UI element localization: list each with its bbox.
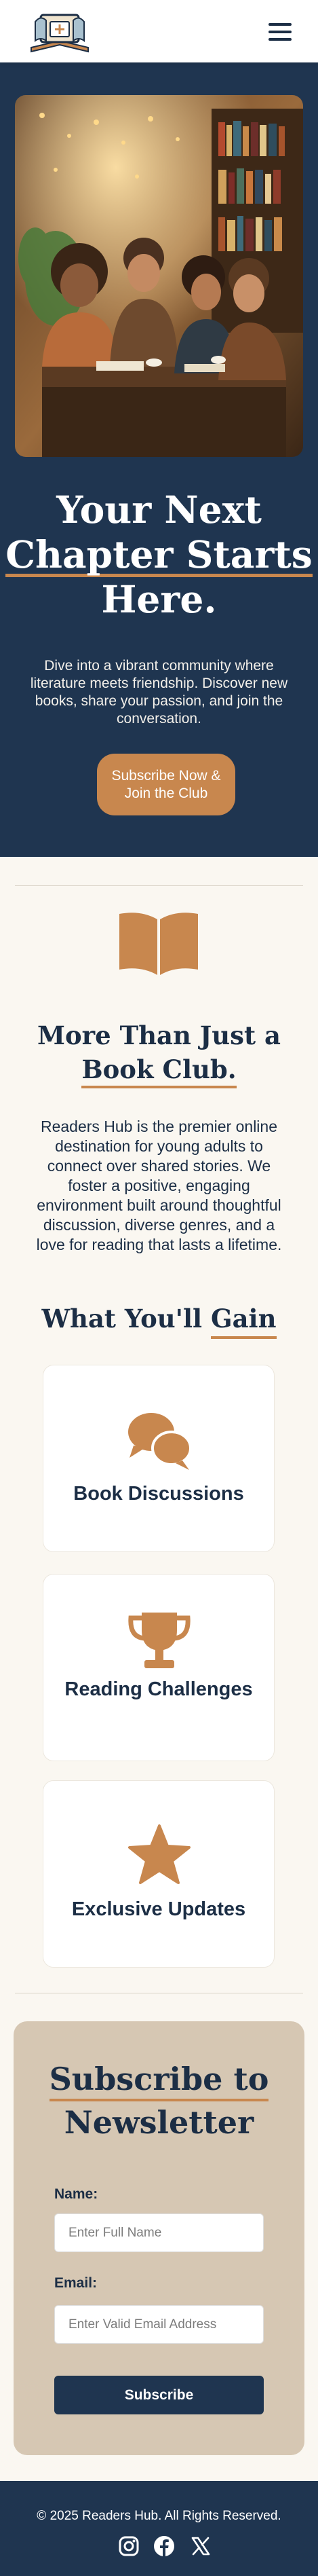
- section-divider: [15, 885, 303, 886]
- hero-image: [15, 95, 303, 457]
- newsletter-title-line1: Subscribe to: [49, 2059, 269, 2101]
- name-input[interactable]: Enter Full Name: [54, 2213, 264, 2252]
- about-title-line2: Book Club.: [81, 1053, 237, 1088]
- gain-title-underlined: Gain: [210, 1304, 277, 1339]
- about-title-line1: More Than Just a: [37, 1020, 281, 1050]
- facebook-icon[interactable]: [153, 2535, 175, 2557]
- open-book-icon: [119, 913, 198, 975]
- newsletter-section: Subscribe to Newsletter Name: Enter Full…: [14, 2021, 304, 2455]
- about-description: Readers Hub is the premier online destin…: [36, 1118, 282, 1253]
- trophy-icon: [128, 1613, 191, 1668]
- benefit-card-updates: Exclusive Updates: [43, 1780, 275, 1968]
- hero-title-line3: Here.: [101, 577, 217, 621]
- chat-bubbles-icon: [128, 1413, 192, 1470]
- hero-title-line2: Chapter Starts: [5, 532, 313, 577]
- subscribe-join-button[interactable]: Subscribe Now & Join the Club: [97, 754, 235, 815]
- readers-hub-logo-icon[interactable]: [26, 5, 94, 57]
- site-header: [0, 0, 318, 62]
- name-label: Name:: [54, 2186, 98, 2202]
- email-input[interactable]: Enter Valid Email Address: [54, 2305, 264, 2344]
- gain-title: What You'll Gain: [0, 1301, 318, 1339]
- copyright-text: © 2025 Readers Hub. All Rights Reserved.: [37, 2509, 281, 2523]
- benefit-label: Reading Challenges: [64, 1678, 253, 1700]
- hero-description: Dive into a vibrant community where lite…: [30, 658, 288, 726]
- benefit-label: Exclusive Updates: [71, 1898, 246, 1920]
- newsletter-title: Subscribe to Newsletter: [14, 2058, 304, 2143]
- site-footer: © 2025 Readers Hub. All Rights Reserved.: [0, 2481, 318, 2576]
- hamburger-menu-icon[interactable]: [269, 23, 292, 41]
- newsletter-title-line2: Newsletter: [64, 2104, 254, 2141]
- hero-title-line1: Your Next: [56, 487, 262, 532]
- subscribe-button[interactable]: Subscribe: [54, 2376, 264, 2414]
- benefit-card-discussions: Book Discussions: [43, 1365, 275, 1552]
- email-label: Email:: [54, 2275, 98, 2291]
- benefit-card-challenges: Reading Challenges: [43, 1574, 275, 1761]
- hero-section: Your Next Chapter Starts Here. Dive into…: [0, 62, 318, 857]
- benefit-label: Book Discussions: [73, 1483, 244, 1505]
- instagram-icon[interactable]: [118, 2535, 140, 2557]
- gain-title-prefix: What You'll: [41, 1304, 211, 1333]
- x-icon[interactable]: [190, 2535, 212, 2557]
- about-title: More Than Just a Book Club.: [0, 1018, 318, 1088]
- star-icon: [128, 1824, 191, 1884]
- hero-title: Your Next Chapter Starts Here.: [0, 487, 318, 622]
